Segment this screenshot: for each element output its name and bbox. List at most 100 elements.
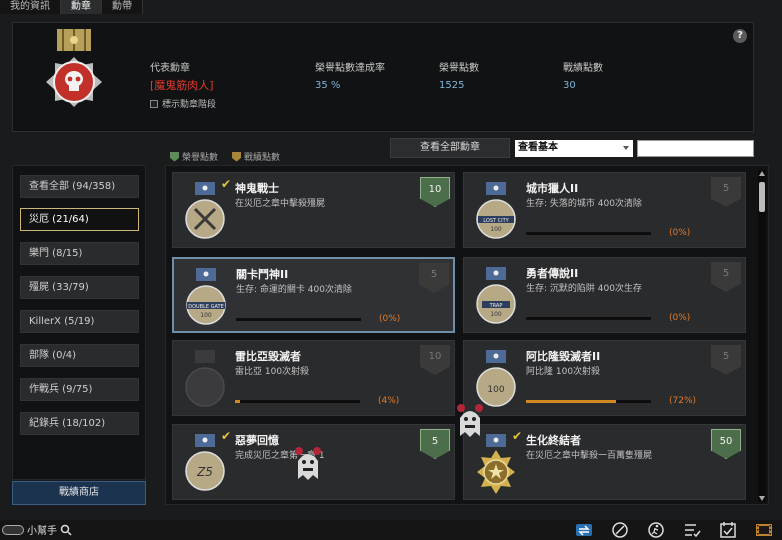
honor-points-badge: 5 — [420, 429, 450, 459]
honor-points-info: 榮譽點數 1525 — [439, 59, 479, 91]
ghost-mascot-icon — [457, 404, 483, 437]
sidebar-item-killerx[interactable]: KillerX (5/19) — [20, 310, 139, 333]
representative-medal-info: 代表勳章 [魔鬼筋肉人] 標示勳章階段 — [150, 59, 216, 110]
sidebar-item-zombie[interactable]: 殭屍 (33/79) — [20, 276, 139, 299]
tab-medals[interactable]: 勳章 — [61, 0, 102, 14]
progress-percent: (4%) — [378, 396, 400, 406]
legend-honor-label: 榮譽點數 — [182, 153, 219, 163]
rebia-medal-icon — [185, 350, 225, 407]
medal-description: 阿比隆 100次射殺 — [526, 367, 601, 377]
show-stage-label: 標示勳章階段 — [162, 100, 217, 110]
helper-toggle[interactable]: 小幫手 — [2, 522, 72, 537]
svg-text:100: 100 — [200, 312, 212, 319]
legend-battle: 戰績點數 — [232, 150, 280, 163]
medal-title: 阿比隆毀滅者II — [526, 350, 601, 363]
medal-title: 勇者傳說II — [526, 267, 579, 280]
progress-percent: (0%) — [669, 313, 691, 323]
swap-icon[interactable] — [574, 521, 594, 539]
legend-battle-label: 戰績點數 — [244, 153, 281, 163]
battle-points-label: 戰績點數 — [563, 63, 603, 74]
medal-description: 生存: 沉默的陷阱 400次生存 — [526, 284, 642, 294]
honor-points-badge: 5 — [419, 263, 449, 293]
sidebar-item-clan[interactable]: 部隊 (0/4) — [20, 344, 139, 367]
medal-title: 生化終結者 — [526, 434, 581, 447]
rep-medal-label: 代表勳章 — [150, 63, 190, 74]
svg-text:DOUBLE GATE: DOUBLE GATE — [188, 304, 224, 310]
trap-medal-icon: TRAP 100 — [476, 267, 516, 324]
honor-rate-info: 榮譽點數達成率 35 % — [315, 59, 385, 91]
filter-selected-value: 查看基本 — [518, 142, 558, 153]
battle-shop-button[interactable]: 戰績商店 — [12, 481, 146, 505]
category-sidebar: 查看全部 (94/358) 災厄 (21/64) 樂門 (8/15) 殭屍 (3… — [12, 165, 146, 480]
svg-text:Z5: Z5 — [196, 465, 213, 479]
completed-check-icon: ✔ — [512, 429, 523, 443]
helper-label: 小幫手 — [27, 526, 57, 537]
honor-rate-value: 35 % — [315, 80, 341, 91]
honor-points-value: 1525 — [439, 80, 465, 91]
progress-bar — [526, 317, 651, 320]
checkbox-box[interactable] — [150, 99, 158, 108]
search-input[interactable] — [637, 140, 754, 157]
completed-check-icon: ✔ — [221, 177, 232, 191]
medal-grid-scrollbar[interactable] — [758, 170, 766, 502]
medal-card-selected[interactable]: DOUBLE GATE 100 關卡鬥神II 生存: 命運的關卡 400次清除 … — [172, 257, 455, 333]
sidebar-item-record[interactable]: 紀錄兵 (18/102) — [20, 412, 139, 435]
filter-select[interactable]: 查看基本 — [515, 140, 633, 157]
sidebar-item-disaster[interactable]: 災厄 (21/64) — [20, 208, 139, 231]
honor-points-badge: 10 — [420, 177, 450, 207]
tab-my-info[interactable]: 我的資訊 — [0, 0, 61, 14]
scrollbar-thumb[interactable] — [759, 182, 765, 212]
medal-card[interactable]: LOST CITY 100 城市獵人II 生存: 失落的城市 400次清除 (0… — [463, 172, 746, 248]
legend-honor: 榮譽點數 — [170, 150, 218, 163]
progress-bar — [235, 400, 360, 403]
honor-points-label: 榮譽點數 — [439, 63, 479, 74]
medal-title: 神鬼戰士 — [235, 182, 279, 195]
honor-points-badge: 5 — [711, 177, 741, 207]
progress-bar — [526, 232, 651, 235]
medal-description: 生存: 命運的關卡 400次清除 — [236, 285, 352, 295]
svg-text:100: 100 — [490, 311, 502, 318]
tab-ribbons[interactable]: 勳帶 — [102, 0, 143, 14]
battle-shield-icon — [232, 151, 242, 162]
battle-points-value: 30 — [563, 80, 576, 91]
progress-bar — [526, 400, 651, 403]
medal-description: 生存: 失落的城市 400次清除 — [526, 199, 642, 209]
calendar-check-icon[interactable] — [718, 521, 738, 539]
medal-description: 在災厄之章中擊殺殭屍 — [235, 199, 326, 209]
search-icon[interactable] — [60, 524, 72, 536]
medal-card[interactable]: 100 阿比隆毀滅者II 阿比隆 100次射殺 (72%) 5 — [463, 340, 746, 416]
medal-grid: ✔ 神鬼戰士 在災厄之章中擊殺殭屍 10 LOST CITY 100 城市獵人I… — [165, 165, 769, 505]
medal-card[interactable]: ✔ 生化終結者 在災厄之章中擊殺一百萬隻殭屍 50 — [463, 424, 746, 500]
sidebar-item-gate[interactable]: 樂門 (8/15) — [20, 242, 139, 265]
compass-icon[interactable] — [610, 521, 630, 539]
progress-percent: (72%) — [669, 396, 697, 406]
scroll-up-icon[interactable] — [758, 170, 766, 178]
toggle-switch[interactable] — [2, 524, 24, 535]
scroll-down-icon[interactable] — [758, 494, 766, 502]
medal-description: 在災厄之章中擊殺一百萬隻殭屍 — [526, 451, 653, 461]
medal-card[interactable]: 雷比亞毀滅者 雷比亞 100次射殺 (4%) 10 — [172, 340, 455, 416]
show-stage-checkbox[interactable]: 標示勳章階段 — [150, 97, 216, 110]
lost-city-medal-icon: LOST CITY 100 — [476, 182, 516, 239]
medal-title: 惡夢回憶 — [235, 434, 279, 447]
sidebar-item-all[interactable]: 查看全部 (94/358) — [20, 175, 139, 198]
medal-card[interactable]: ✔ 神鬼戰士 在災厄之章中擊殺殭屍 10 — [172, 172, 455, 248]
checklist-icon[interactable] — [682, 521, 702, 539]
progress-bar — [236, 318, 361, 321]
medal-card[interactable]: TRAP 100 勇者傳說II 生存: 沉默的陷阱 400次生存 (0%) 5 — [463, 257, 746, 333]
honor-points-badge: 5 — [711, 345, 741, 375]
honor-points-badge: 5 — [711, 262, 741, 292]
completed-check-icon: ✔ — [221, 429, 232, 443]
view-all-medals-button[interactable]: 查看全部勳章 — [390, 138, 510, 158]
ghost-mascot-icon — [295, 447, 321, 480]
honor-points-badge: 10 — [420, 345, 450, 375]
battle-points-info: 戰績點數 30 — [563, 59, 603, 91]
help-button[interactable]: ? — [733, 29, 747, 43]
film-reel-icon[interactable] — [754, 521, 774, 539]
runner-icon[interactable] — [646, 521, 666, 539]
svg-text:100: 100 — [487, 385, 504, 395]
progress-percent: (0%) — [379, 314, 401, 324]
honor-shield-icon — [170, 151, 179, 162]
chevron-down-icon — [623, 146, 629, 150]
sidebar-item-combat[interactable]: 作戰兵 (9/75) — [20, 378, 139, 401]
